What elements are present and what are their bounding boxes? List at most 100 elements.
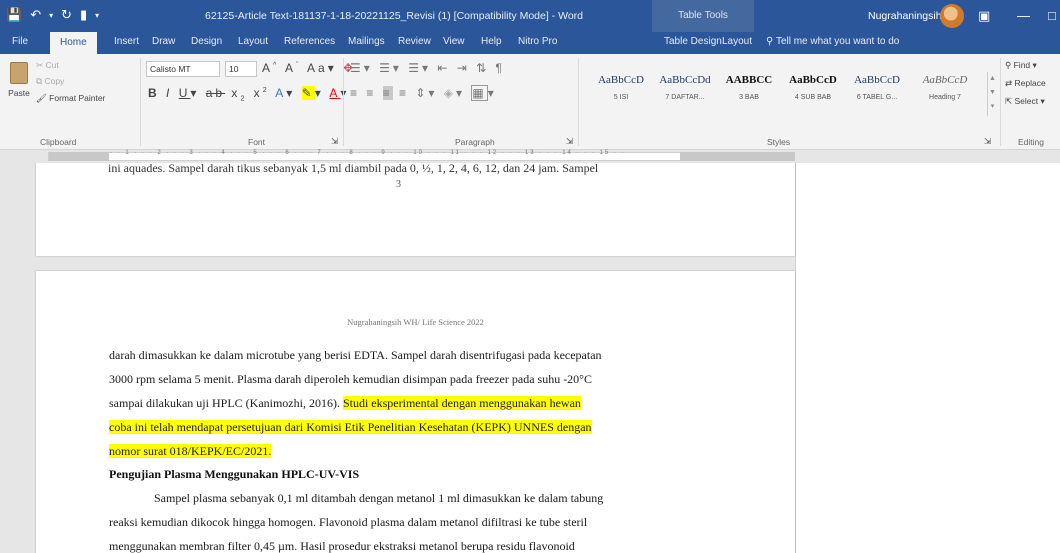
replace-icon: ⇄ — [1005, 78, 1013, 88]
style-heading-7[interactable]: AaBbCcD Heading 7 — [910, 74, 980, 101]
quick-access-toolbar: 💾 ↶ ▾ ↻ ▮ ▾ — [6, 7, 99, 23]
ribbon: Paste ✂ Cut ⧉ Copy 🖌 Format Painter Clip… — [0, 54, 1060, 150]
tab-draw[interactable]: Draw — [152, 36, 175, 47]
font-dialog-launcher-icon[interactable]: ⇲ — [331, 136, 338, 147]
tab-table-layout[interactable]: Layout — [722, 36, 752, 47]
divider — [1000, 58, 1001, 146]
paste-label: Paste — [8, 88, 30, 98]
copy-button[interactable]: ⧉ Copy — [36, 76, 64, 87]
page-previous[interactable]: ini aquades. Sampel darah tikus sebanyak… — [36, 163, 795, 256]
style-3-bab[interactable]: AABBCC 3 BAB — [718, 74, 780, 101]
body-line: coba ini telah mendapat persetujuan dari… — [109, 420, 592, 435]
body-line: sampai dilakukan uji HPLC (Kanimozhi, 20… — [109, 396, 581, 411]
more-styles-icon: ▾ — [990, 103, 995, 110]
style-name: 5 ISI — [613, 94, 629, 101]
style-sample: AaBbCcDd — [659, 74, 711, 86]
page-current[interactable]: Nugrahaningsih WH/ Life Science 2022 dar… — [36, 271, 795, 553]
page-number: 3 — [396, 179, 401, 190]
font-group-label: Font — [248, 137, 266, 147]
select-label: Select — [1014, 96, 1039, 106]
styles-gallery-scroll[interactable]: ▲ ▼ ▾ — [987, 72, 997, 116]
style-5-isi[interactable]: AaBbCcD 5 ISI — [590, 74, 652, 101]
font-name-field[interactable]: Calisto MT — [146, 61, 220, 77]
body-line: nomor surat 018/KEPK/EC/2021. — [109, 444, 272, 459]
scissors-icon: ✂ — [36, 60, 44, 70]
paste-button[interactable]: Paste — [6, 60, 32, 118]
ribbon-tabs: File Home Insert Draw Design Layout Refe… — [0, 32, 1060, 54]
paragraph-align-buttons[interactable]: ≡ ≡ ≡ ≡ ⇕▾ ◈▾ ▦▾ — [350, 85, 497, 101]
replace-label: Replace — [1014, 78, 1046, 88]
style-name: Heading 7 — [929, 94, 961, 101]
paragraph-list-buttons[interactable]: ☰▾ ☰▾ ☰▾ ⇤ ⇥ ⇅ ¶ — [350, 61, 505, 75]
paragraph-dialog-launcher-icon[interactable]: ⇲ — [566, 136, 573, 147]
style-sample: AaBbCcD — [922, 74, 968, 86]
font-size-controls[interactable]: A^ Aˇ Aa▾ ✥ — [262, 61, 356, 75]
highlighted-text: coba ini telah mendapat persetujuan dari… — [109, 420, 592, 434]
touch-mode-icon[interactable]: ▮ — [80, 7, 87, 23]
body-line: 3000 rpm selama 5 menit. Plasma darah di… — [109, 372, 592, 386]
tell-me-search[interactable]: ⚲ Tell me what you want to do — [766, 36, 899, 47]
style-name: 4 SUB BAB — [794, 94, 832, 101]
tell-me-text: Tell me what you want to do — [775, 36, 900, 47]
style-sample: AaBbCcD — [854, 74, 900, 86]
chevron-down-icon: ▼ — [989, 89, 996, 96]
tab-references[interactable]: References — [284, 36, 335, 47]
tab-layout[interactable]: Layout — [238, 36, 268, 47]
clipboard-icon — [10, 62, 28, 84]
undo-dropdown-icon[interactable]: ▾ — [49, 11, 53, 20]
ruler-left-margin — [49, 152, 109, 161]
tab-table-design[interactable]: Table Design — [664, 36, 722, 47]
chevron-up-icon: ▲ — [989, 75, 996, 82]
redo-icon[interactable]: ↻ — [61, 7, 72, 23]
save-icon[interactable]: 💾 — [6, 7, 22, 23]
style-name: 3 BAB — [739, 94, 759, 101]
style-7-daftar[interactable]: AaBbCcDd 7 DAFTAR... — [654, 74, 716, 101]
avatar[interactable] — [940, 4, 964, 28]
font-format-buttons[interactable]: B I U▾ ab x2 x2 A▾ ✎▾ A▾ — [148, 86, 349, 102]
tab-nitro-pro[interactable]: Nitro Pro — [518, 36, 557, 47]
paintbrush-icon: 🖌 — [36, 93, 47, 103]
tab-file[interactable]: File — [12, 36, 28, 47]
style-name: 7 DAFTAR... — [665, 94, 705, 101]
tab-view[interactable]: View — [443, 36, 465, 47]
ribbon-display-options-icon[interactable]: ▣ — [978, 8, 990, 24]
body-line: menggunakan membran filter 0,45 µm. Hasi… — [109, 539, 575, 553]
copy-icon: ⧉ — [36, 76, 43, 86]
tab-help[interactable]: Help — [481, 36, 502, 47]
style-sample: AABBCC — [725, 74, 773, 86]
section-heading: Pengujian Plasma Menggunakan HPLC-UV-VIS — [109, 467, 360, 481]
format-painter-button[interactable]: 🖌 Format Painter — [36, 93, 105, 104]
ruler-ticks: · · 1 · · · 2 · · · 3 · · · 4 · · · 5 · … — [110, 150, 626, 156]
undo-icon[interactable]: ↶ — [30, 7, 41, 23]
cursor-icon: ⇱ — [1005, 96, 1013, 106]
styles-dialog-launcher-icon[interactable]: ⇲ — [984, 136, 991, 147]
style-6-tabel[interactable]: AaBbCcD 6 TABEL G... — [846, 74, 908, 101]
tab-home[interactable]: Home — [50, 32, 97, 54]
tab-mailings[interactable]: Mailings — [348, 36, 385, 47]
customize-qat-icon[interactable]: ▾ — [95, 11, 99, 20]
minimize-icon[interactable]: — — [1017, 8, 1030, 23]
highlighted-text: nomor surat 018/KEPK/EC/2021. — [109, 444, 272, 458]
document-canvas[interactable]: ini aquades. Sampel darah tikus sebanyak… — [0, 163, 1060, 553]
search-icon: ⚲ — [1005, 60, 1012, 70]
highlighted-text: Studi eksperimental dengan menggunakan h… — [342, 396, 581, 410]
style-4-sub-bab[interactable]: AaBbCcD 4 SUB BAB — [782, 74, 844, 101]
page-text-fragment: ini aquades. Sampel darah tikus sebanyak… — [108, 163, 599, 175]
title-bar: 💾 ↶ ▾ ↻ ▮ ▾ 62125-Article Text-181137-1-… — [0, 0, 1060, 32]
cut-button[interactable]: ✂ Cut — [36, 60, 59, 71]
tab-design[interactable]: Design — [191, 36, 222, 47]
cut-label: Cut — [45, 60, 59, 70]
find-label: Find — [1013, 60, 1031, 70]
font-size-field[interactable]: 10 — [225, 61, 257, 77]
divider — [578, 58, 579, 146]
select-button[interactable]: ⇱ Select ▾ — [1005, 96, 1045, 107]
ruler-right-margin — [680, 152, 795, 161]
tab-review[interactable]: Review — [398, 36, 431, 47]
find-button[interactable]: ⚲ Find ▾ — [1005, 60, 1037, 71]
restore-icon[interactable]: □ — [1048, 8, 1056, 23]
style-name: 6 TABEL G... — [856, 94, 898, 101]
replace-button[interactable]: ⇄ Replace — [1005, 78, 1046, 89]
tab-insert[interactable]: Insert — [114, 36, 139, 47]
table-tools-label: Table Tools — [652, 0, 754, 32]
horizontal-ruler[interactable]: · · 1 · · · 2 · · · 3 · · · 4 · · · 5 · … — [0, 150, 1060, 163]
